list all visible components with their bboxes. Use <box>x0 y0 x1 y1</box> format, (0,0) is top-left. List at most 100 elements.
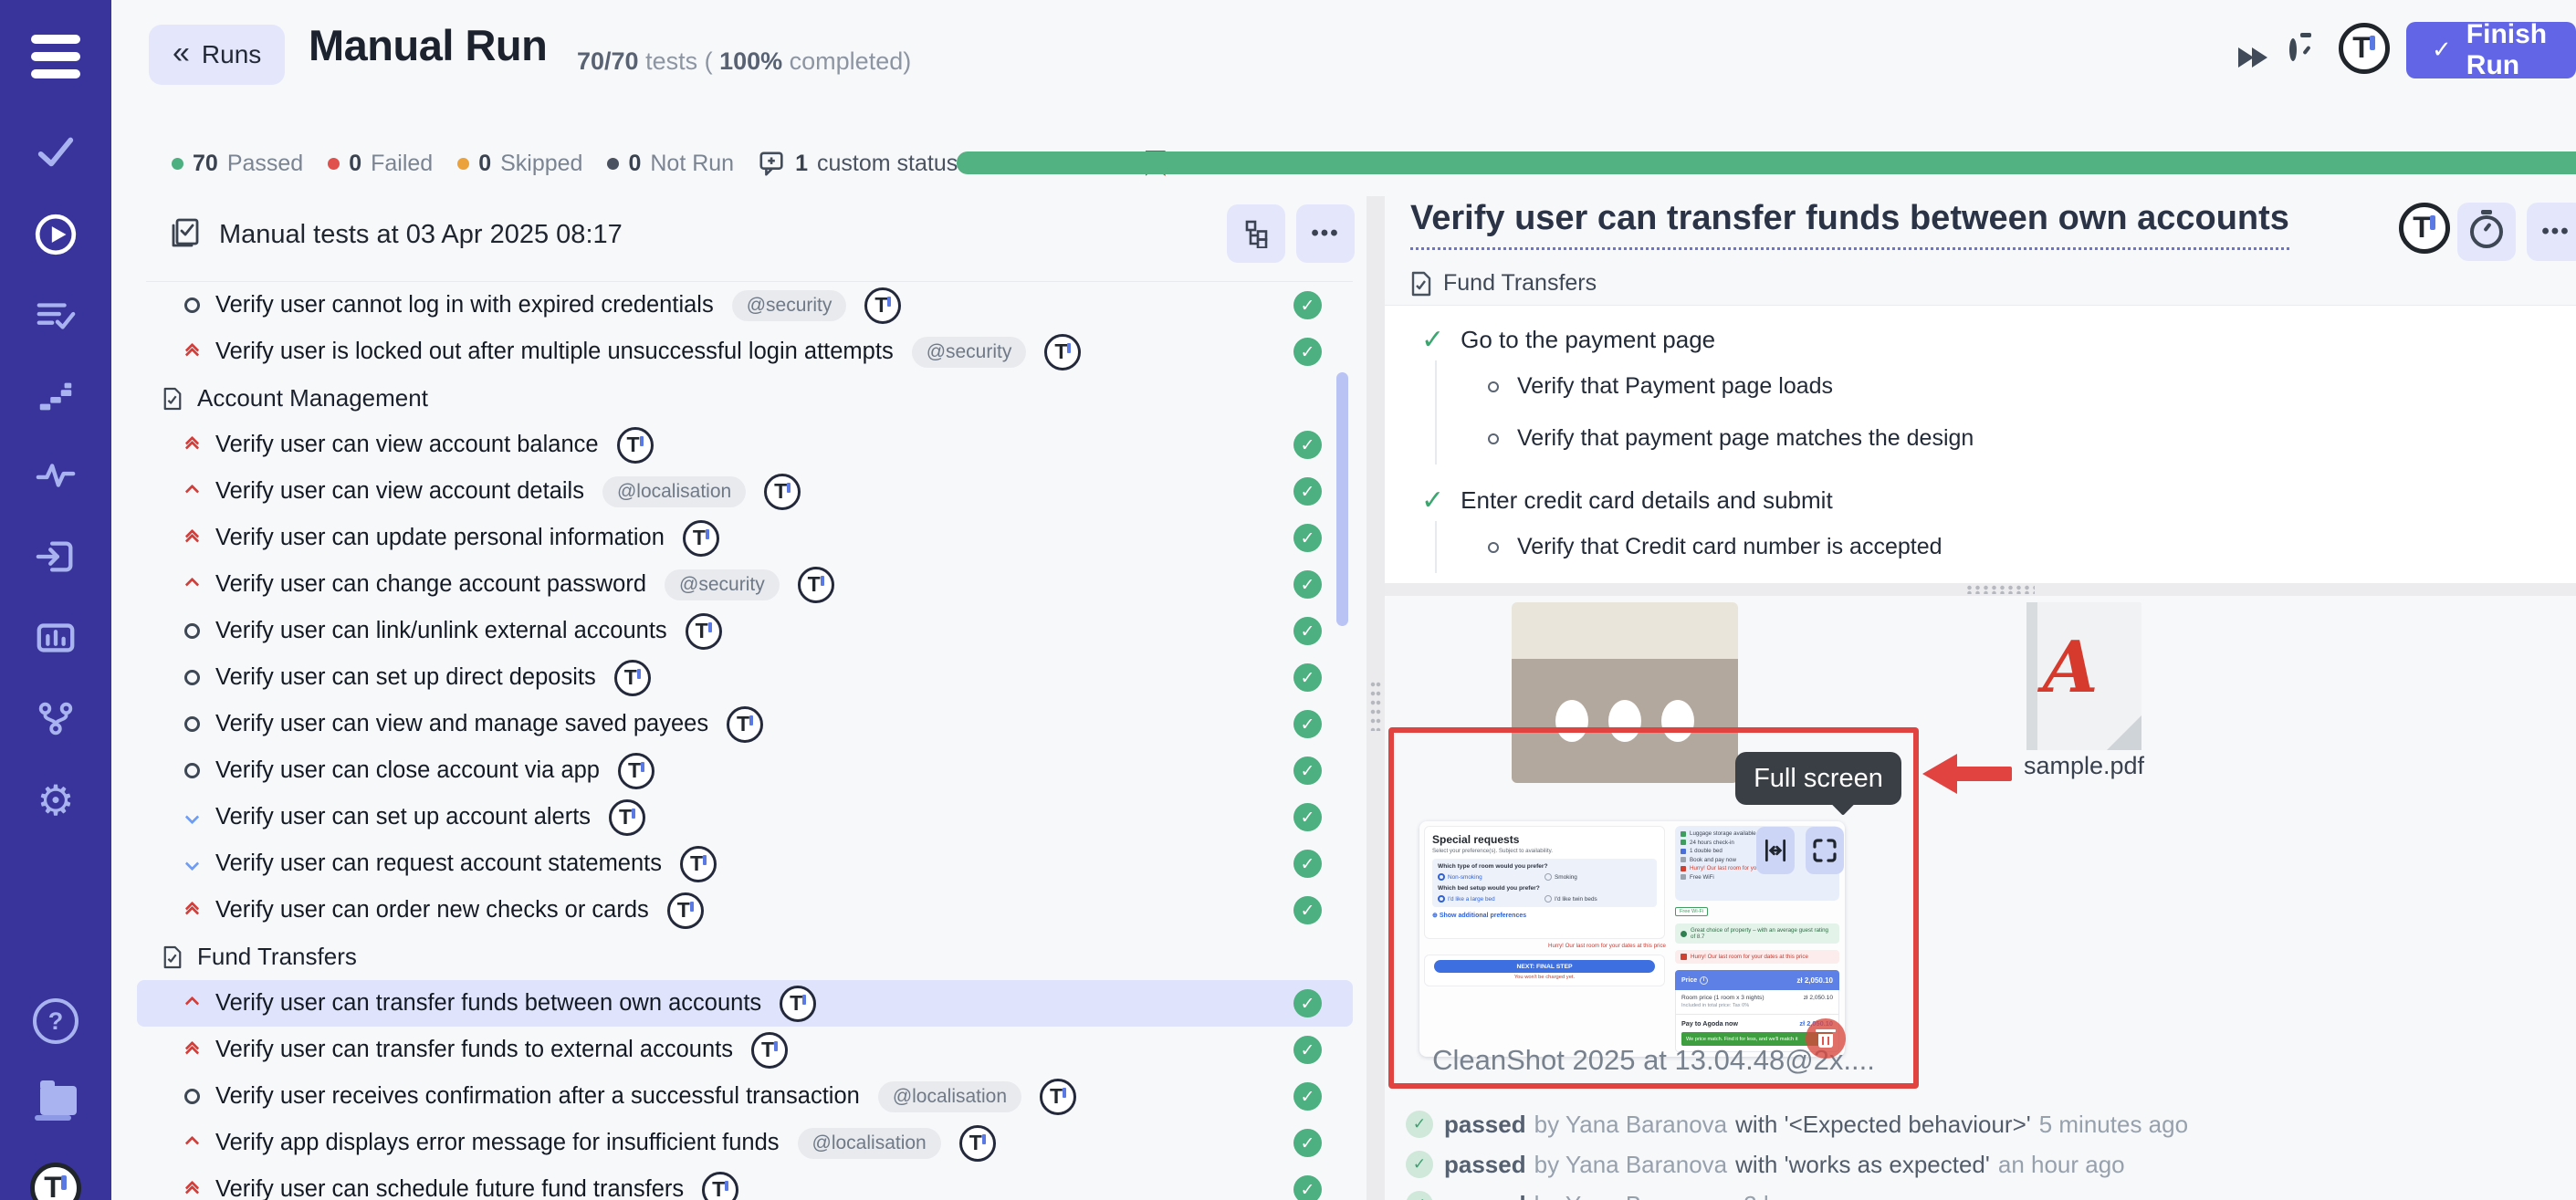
priority-high-icon <box>179 486 204 496</box>
splitter-grip-icon <box>1965 585 2035 594</box>
testomat-icon: T <box>683 520 719 557</box>
attachment-pdf-thumbnail[interactable]: A <box>2026 602 2141 750</box>
test-row[interactable]: Verify user can request account statemen… <box>137 840 1353 887</box>
test-title: Verify user can order new checks or card… <box>215 897 649 923</box>
passed-icon: ✓ <box>1293 431 1322 459</box>
tree-view-button[interactable] <box>1227 204 1285 263</box>
test-row[interactable]: Verify user can update personal informat… <box>137 515 1353 561</box>
status-circle-icon <box>179 1089 204 1104</box>
list-more-actions-button[interactable]: ••• <box>1296 204 1355 263</box>
sidebar-item-test-plans[interactable] <box>35 295 77 337</box>
list-scrollbar-thumb[interactable] <box>1336 372 1348 626</box>
thumb-next-button: NEXT: FINAL STEP <box>1434 960 1655 973</box>
suite-breadcrumb[interactable]: Fund Transfers <box>1410 270 1597 297</box>
hamburger-menu-icon[interactable] <box>31 26 80 87</box>
sidebar-item-activity[interactable] <box>35 454 77 496</box>
document-icon <box>162 945 183 969</box>
test-row[interactable]: Verify user can set up account alertsT✓ <box>137 794 1353 840</box>
detail-more-actions-button[interactable]: ••• <box>2527 203 2576 261</box>
timer-button[interactable] <box>2457 203 2516 261</box>
test-row[interactable]: Verify user can order new checks or card… <box>137 887 1353 934</box>
thumb-special-requests-card: Special requests Select your preference(… <box>1424 826 1665 939</box>
finish-run-button[interactable]: ✓ Finish Run <box>2406 22 2576 78</box>
alert-icon <box>1681 954 1687 960</box>
substep-row[interactable]: Verify that Payment page loads <box>1488 360 2576 412</box>
sidebar-item-projects[interactable] <box>35 1086 77 1121</box>
ellipsis-icon: ••• <box>1311 221 1339 246</box>
test-row[interactable]: Verify user can view account balanceT✓ <box>137 422 1353 468</box>
passed-icon: ✓ <box>1293 1036 1322 1064</box>
sidebar-logo[interactable]: T <box>30 1163 81 1200</box>
horizontal-splitter[interactable] <box>1385 583 2576 596</box>
test-row[interactable]: Verify user cannot log in with expired c… <box>137 282 1353 329</box>
vertical-splitter[interactable] <box>1367 196 1385 1200</box>
test-row[interactable]: Verify user can link/unlink external acc… <box>137 608 1353 654</box>
test-row[interactable]: Verify user can view account details@loc… <box>137 468 1353 515</box>
substep-row[interactable]: Verify that payment page matches the des… <box>1488 412 2576 464</box>
test-row[interactable]: Verify app displays error message for in… <box>137 1120 1353 1166</box>
feature-icon <box>1681 874 1686 880</box>
sidebar-item-settings[interactable]: ⚙ <box>37 776 74 825</box>
test-row[interactable]: Verify user can set up direct depositsT✓ <box>137 654 1353 701</box>
play-circle-icon <box>33 212 79 257</box>
sidebar-item-import[interactable] <box>35 536 77 578</box>
ellipsis-icon: ••• <box>2541 219 2570 245</box>
sidebar-item-help[interactable]: ? <box>33 998 79 1044</box>
substep-row[interactable]: Verify that Credit card number is accept… <box>1488 521 2576 573</box>
status-circle-icon <box>179 670 204 685</box>
substep-label: Verify that Credit card number is accept… <box>1517 534 1942 560</box>
test-row[interactable]: Verify user receives confirmation after … <box>137 1073 1353 1120</box>
feature-icon <box>1681 840 1686 845</box>
test-row[interactable]: Verify user can change account password@… <box>137 561 1353 608</box>
sidebar-item-runs[interactable] <box>33 212 79 257</box>
skipped-counter: 0Skipped <box>457 151 582 177</box>
attachment-xls-thumbnail[interactable] <box>1512 602 1738 783</box>
timer-icon[interactable] <box>2289 42 2297 58</box>
testomat-icon: T <box>618 753 654 789</box>
section-row: Account Management <box>137 375 1353 422</box>
comment-plus-icon <box>759 150 786 177</box>
test-title: Verify user can close account via app <box>215 757 600 784</box>
test-row[interactable]: Verify user can transfer funds to extern… <box>137 1027 1353 1073</box>
fast-forward-icon[interactable] <box>2238 47 2266 68</box>
test-row[interactable]: Verify user can view and manage saved pa… <box>137 701 1353 747</box>
test-title: Verify user can link/unlink external acc… <box>215 618 667 644</box>
testomat-badge-icon[interactable]: T <box>2339 23 2390 74</box>
sidebar-item-shared-steps[interactable] <box>35 375 77 417</box>
feature-icon <box>1681 849 1686 854</box>
page-title: Manual Run <box>309 20 547 70</box>
sidebar-item-branches[interactable] <box>35 697 77 739</box>
passed-icon: ✓ <box>1293 989 1322 1017</box>
passed-icon: ✓ <box>1293 710 1322 738</box>
test-row[interactable]: Verify user can schedule future fund tra… <box>137 1166 1353 1200</box>
delete-attachment-button[interactable] <box>1806 1018 1846 1059</box>
thumb-next-card: NEXT: FINAL STEP You won't be charged ye… <box>1424 955 1665 986</box>
document-icon <box>162 387 183 411</box>
priority-highest-icon <box>179 903 204 918</box>
check-icon: ✓ <box>2432 37 2452 64</box>
testomat-icon: T <box>614 660 651 696</box>
test-row[interactable]: Verify user is locked out after multiple… <box>137 329 1353 375</box>
test-row[interactable]: Verify user can transfer funds between o… <box>137 980 1353 1027</box>
passed-icon: ✓ <box>1406 1151 1433 1178</box>
tag-badge: @security <box>665 569 780 600</box>
test-title: Verify app displays error message for in… <box>215 1130 780 1156</box>
section-label: Account Management <box>197 384 428 412</box>
step-passed-icon: ✓ <box>1421 485 1444 517</box>
step-row[interactable]: ✓Enter credit card details and submit <box>1421 479 2576 521</box>
testomat-badge-icon[interactable]: T <box>2399 203 2450 254</box>
test-row[interactable]: Verify user can close account via appT✓ <box>137 747 1353 794</box>
section-label: Fund Transfers <box>197 943 357 971</box>
sidebar-item-reports[interactable] <box>35 617 77 659</box>
step-row[interactable]: ✓Go to the payment page <box>1421 318 2576 360</box>
test-title: Verify user is locked out after multiple… <box>215 339 894 365</box>
fit-width-button[interactable] <box>1756 827 1795 874</box>
passed-icon: ✓ <box>1406 1111 1433 1138</box>
sidebar-item-tests[interactable] <box>35 130 77 172</box>
test-title: Verify user can update personal informat… <box>215 525 665 551</box>
main-sidebar: ⚙ ? T <box>0 0 111 1200</box>
passed-icon: ✓ <box>1293 850 1322 878</box>
passed-icon: ✓ <box>1293 1175 1322 1200</box>
back-to-runs-button[interactable]: « Runs <box>149 25 285 85</box>
fullscreen-button[interactable] <box>1806 827 1844 874</box>
